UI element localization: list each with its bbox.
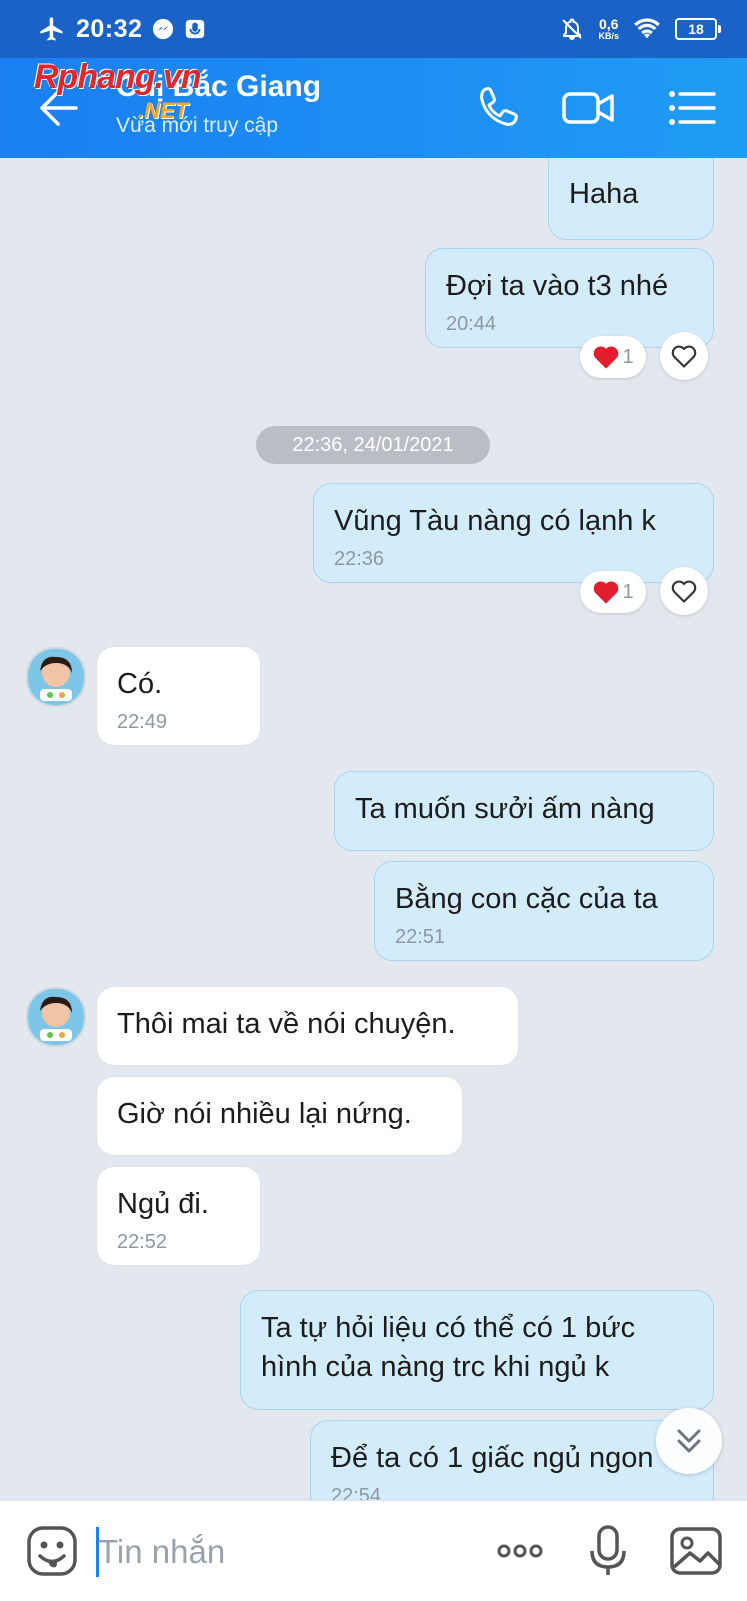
message-bubble-sent[interactable]: Ta muốn sưởi ấm nàng (334, 771, 714, 851)
double-chevron-down-icon (677, 1429, 701, 1453)
message-bubble-received[interactable]: Ngủ đi. 22:52 (96, 1166, 261, 1266)
notifications-off-icon (562, 18, 583, 41)
message-time: 22:36 (334, 548, 385, 570)
message-bubble-sent[interactable]: Ta tự hỏi liệu có thể có 1 bức hình của … (240, 1290, 714, 1410)
message-text: Có. (117, 668, 163, 700)
message-text: Ta muốn sưởi ấm nàng (355, 793, 655, 825)
date-separator: 22:36, 24/01/2021 (256, 426, 490, 464)
message-time: 22:54 (331, 1485, 382, 1500)
heart-outline-icon (671, 580, 697, 603)
image-icon[interactable] (668, 1523, 724, 1579)
message-bubble-sent[interactable]: Vũng Tàu nàng có lạnh k 22:36 (313, 483, 714, 583)
message-time: 20:44 (446, 313, 497, 335)
battery-icon: 18 (675, 18, 721, 40)
network-speed: 0,6 KB/s (598, 17, 619, 41)
message-bubble-sent[interactable]: Đợi ta vào t3 nhé 20:44 (425, 248, 714, 348)
heart-outline-icon (671, 345, 697, 368)
message-input-bar (0, 1500, 747, 1601)
scroll-to-bottom-button[interactable] (656, 1408, 722, 1474)
message-bubble-received[interactable]: Thôi mai ta về nói chuyện. (96, 986, 519, 1066)
message-text: Vũng Tàu nàng có lạnh k (334, 505, 656, 537)
messenger-icon (153, 18, 174, 40)
message-bubble-received[interactable]: Giờ nói nhiều lại nứng. (96, 1076, 463, 1156)
message-time: 22:49 (117, 711, 168, 733)
heart-filled-icon (594, 581, 619, 604)
clock: 20:32 (76, 14, 143, 43)
message-text: Để ta có 1 giấc ngủ ngon (331, 1442, 654, 1474)
message-text: Thôi mai ta về nói chuyện. (117, 1008, 456, 1040)
message-bubble-sent[interactable]: Haha (548, 158, 714, 240)
reaction-summary[interactable]: 1 (580, 336, 646, 378)
message-bubble-received[interactable]: Có. 22:49 (96, 646, 261, 746)
heart-filled-icon (594, 346, 619, 369)
video-camera-icon[interactable] (560, 80, 616, 136)
message-text: Bằng con cặc của ta (395, 883, 658, 915)
more-dots-icon[interactable] (492, 1523, 548, 1579)
reaction-summary[interactable]: 1 (580, 571, 646, 613)
message-text: Ngủ đi. (117, 1188, 209, 1220)
phone-icon[interactable] (470, 80, 526, 136)
chat-messages[interactable]: Haha Đợi ta vào t3 nhé 20:44 1 22:36, 24… (0, 158, 747, 1500)
watermark-logo-sub: .NET (138, 98, 189, 123)
avatar-image (28, 989, 84, 1045)
message-bubble-sent[interactable]: Để ta có 1 giấc ngủ ngon 22:54 (310, 1420, 714, 1500)
react-heart-button[interactable] (660, 332, 708, 380)
list-menu-icon[interactable] (664, 80, 720, 136)
chat-header: Chị Bắc Giang Vừa mới truy cập Rphang.vn… (0, 58, 747, 158)
message-text-line: hình của nàng trc khi ngủ k (261, 1351, 610, 1383)
message-text: Haha (569, 178, 639, 210)
message-text: Giờ nói nhiều lại nứng. (117, 1098, 412, 1130)
avatar[interactable] (26, 647, 86, 707)
status-bar: 20:32 0,6 KB/s 18 (0, 0, 747, 58)
network-speed-unit: KB/s (598, 31, 619, 41)
message-bubble-sent[interactable]: Bằng con cặc của ta 22:51 (374, 861, 714, 961)
message-time: 22:52 (117, 1231, 168, 1253)
message-time: 22:51 (395, 926, 446, 948)
network-speed-value: 0,6 (599, 16, 619, 32)
wifi-icon (634, 18, 660, 39)
status-bar-right: 0,6 KB/s 18 (560, 12, 721, 46)
watermark-logo: Rphang.vn (34, 58, 202, 96)
avatar[interactable] (26, 987, 86, 1047)
recorder-icon (186, 19, 205, 39)
avatar-image (28, 649, 84, 705)
message-text: Đợi ta vào t3 nhé (446, 270, 669, 302)
microphone-icon[interactable] (580, 1523, 636, 1579)
message-input[interactable] (96, 1527, 478, 1577)
react-heart-button[interactable] (660, 567, 708, 615)
message-text-line: Ta tự hỏi liệu có thể có 1 bức (261, 1312, 636, 1344)
reaction-count: 1 (622, 580, 634, 603)
status-bar-left: 20:32 (38, 12, 206, 46)
airplane-icon (40, 17, 63, 41)
sticker-face-icon[interactable] (24, 1523, 80, 1579)
reaction-count: 1 (622, 345, 634, 368)
